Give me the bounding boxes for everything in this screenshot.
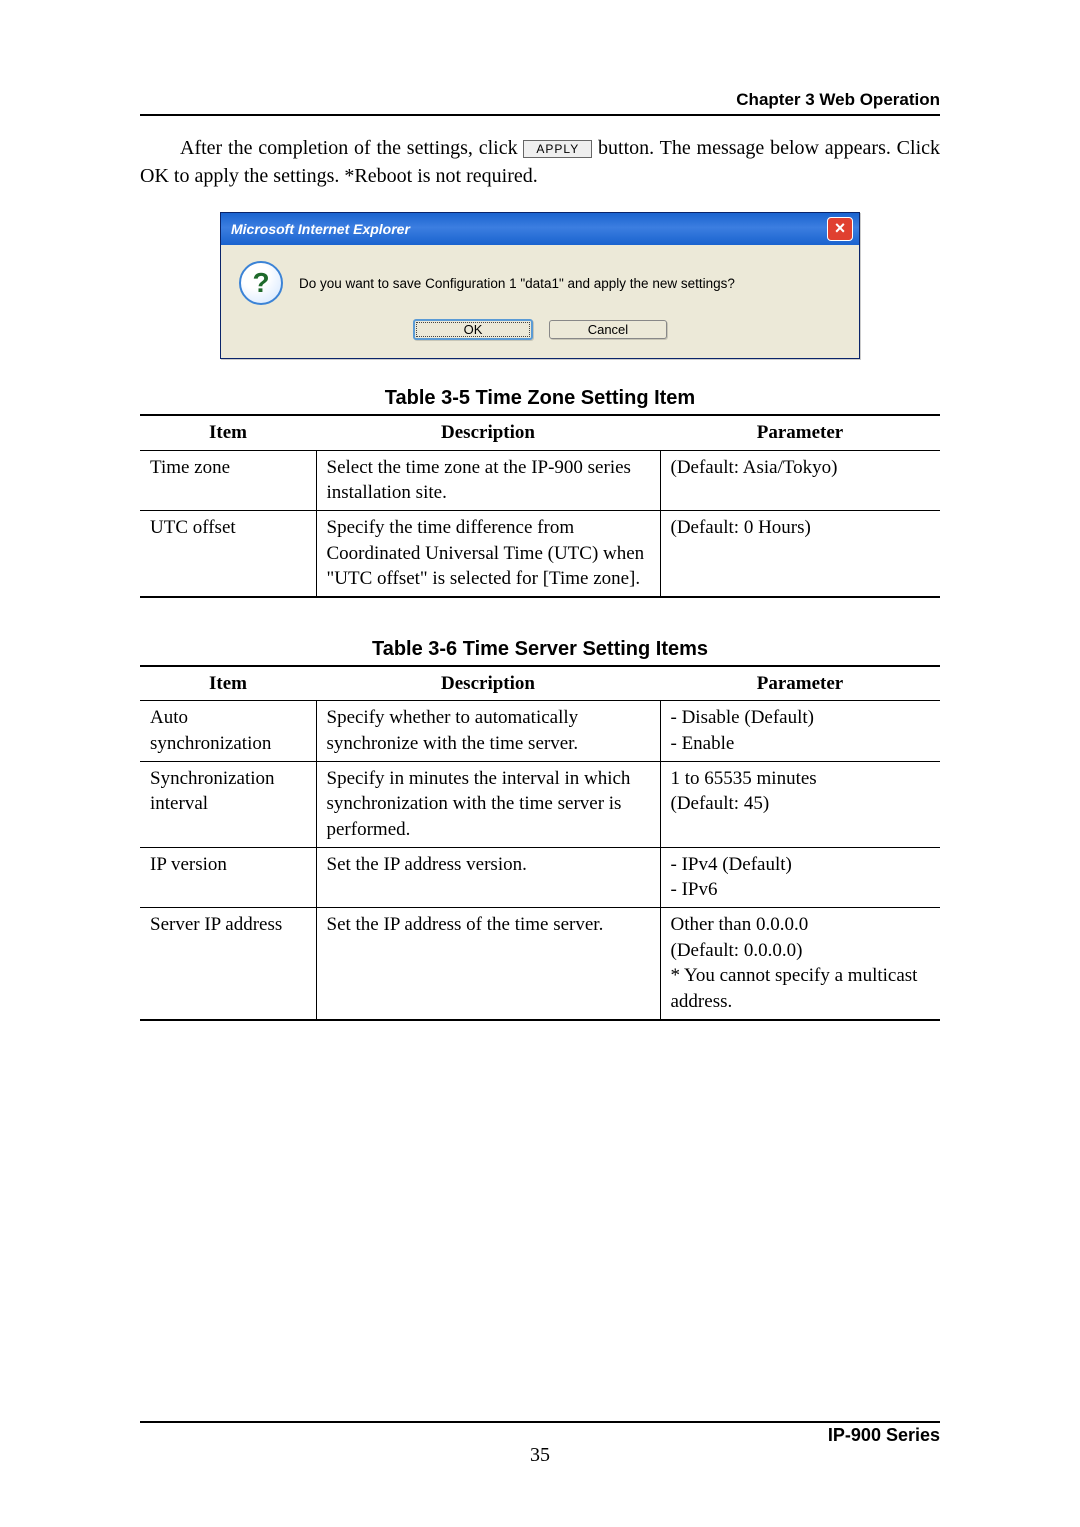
table-row: IP version Set the IP address version. -… bbox=[140, 847, 940, 907]
header-rule bbox=[140, 114, 940, 116]
cell-item: Time zone bbox=[140, 450, 316, 510]
cell-item: IP version bbox=[140, 847, 316, 907]
cell-item: Server IP address bbox=[140, 907, 316, 1019]
cell-parameter: 1 to 65535 minutes (Default: 45) bbox=[660, 761, 940, 847]
cell-item: Auto synchronization bbox=[140, 701, 316, 761]
cell-description: Set the IP address of the time server. bbox=[316, 907, 660, 1019]
cell-item: Synchronization interval bbox=[140, 761, 316, 847]
cell-parameter: Other than 0.0.0.0 (Default: 0.0.0.0) * … bbox=[660, 907, 940, 1019]
ok-button[interactable]: OK bbox=[413, 319, 533, 340]
apply-button[interactable]: APPLY bbox=[523, 140, 592, 158]
page-number: 35 bbox=[140, 1444, 940, 1467]
dialog-title-text: Microsoft Internet Explorer bbox=[231, 221, 410, 237]
intro-pre: After the completion of the settings, cl… bbox=[180, 137, 523, 159]
footer-series: IP-900 Series bbox=[140, 1425, 940, 1446]
cell-parameter: (Default: Asia/Tokyo) bbox=[660, 450, 940, 510]
question-icon: ? bbox=[239, 261, 283, 305]
table-row: Item Description Parameter bbox=[140, 666, 940, 701]
col-parameter: Parameter bbox=[660, 415, 940, 450]
table-3-5: Item Description Parameter Time zone Sel… bbox=[140, 414, 940, 598]
cancel-button[interactable]: Cancel bbox=[549, 320, 667, 339]
table-row: Time zone Select the time zone at the IP… bbox=[140, 450, 940, 510]
page-footer: IP-900 Series 35 bbox=[140, 1421, 940, 1467]
table-row: Server IP address Set the IP address of … bbox=[140, 907, 940, 1019]
table-3-5-caption: Table 3-5 Time Zone Setting Item bbox=[140, 387, 940, 410]
table-3-6-caption: Table 3-6 Time Server Setting Items bbox=[140, 638, 940, 661]
cell-description: Specify whether to automatically synchro… bbox=[316, 701, 660, 761]
confirm-dialog: Microsoft Internet Explorer × ? Do you w… bbox=[220, 212, 860, 359]
intro-paragraph: After the completion of the settings, cl… bbox=[140, 134, 940, 190]
col-description: Description bbox=[316, 415, 660, 450]
dialog-actions: OK Cancel bbox=[221, 313, 859, 358]
table-row: Auto synchronization Specify whether to … bbox=[140, 701, 940, 761]
col-item: Item bbox=[140, 666, 316, 701]
table-row: Synchronization interval Specify in minu… bbox=[140, 761, 940, 847]
table-3-6: Item Description Parameter Auto synchron… bbox=[140, 665, 940, 1021]
close-icon[interactable]: × bbox=[827, 217, 853, 241]
cell-parameter: - IPv4 (Default) - IPv6 bbox=[660, 847, 940, 907]
cell-description: Set the IP address version. bbox=[316, 847, 660, 907]
dialog-titlebar: Microsoft Internet Explorer × bbox=[221, 213, 859, 245]
cell-description: Specify the time difference from Coordin… bbox=[316, 510, 660, 596]
table-row: UTC offset Specify the time difference f… bbox=[140, 510, 940, 596]
cell-parameter: - Disable (Default) - Enable bbox=[660, 701, 940, 761]
header-chapter: Chapter 3 Web Operation bbox=[140, 90, 940, 110]
col-item: Item bbox=[140, 415, 316, 450]
table-row: Item Description Parameter bbox=[140, 415, 940, 450]
cell-description: Specify in minutes the interval in which… bbox=[316, 761, 660, 847]
cell-description: Select the time zone at the IP-900 serie… bbox=[316, 450, 660, 510]
cell-item: UTC offset bbox=[140, 510, 316, 596]
dialog-message: Do you want to save Configuration 1 "dat… bbox=[299, 276, 735, 291]
col-parameter: Parameter bbox=[660, 666, 940, 701]
col-description: Description bbox=[316, 666, 660, 701]
cell-parameter: (Default: 0 Hours) bbox=[660, 510, 940, 596]
